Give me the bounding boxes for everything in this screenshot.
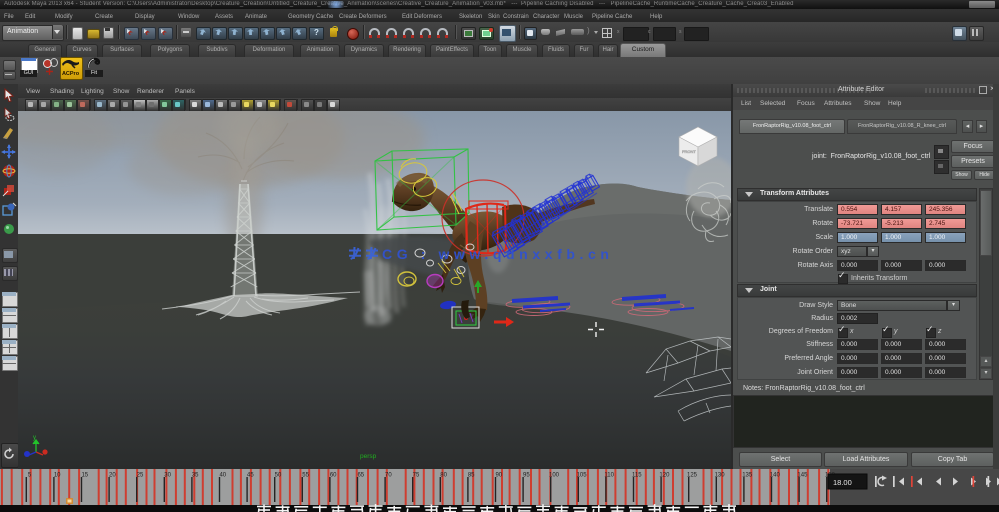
svg-text:145: 145 bbox=[797, 473, 808, 479]
svg-text:CG : www.qdnxxfb.cn: CG : www.qdnxxfb.cn bbox=[382, 246, 614, 262]
svg-text:20: 20 bbox=[109, 473, 116, 479]
svg-text:18.00: 18.00 bbox=[833, 478, 852, 487]
svg-text:130: 130 bbox=[715, 473, 726, 479]
svg-text:45: 45 bbox=[247, 473, 254, 479]
svg-text:105: 105 bbox=[577, 473, 588, 479]
svg-text:40: 40 bbox=[219, 473, 226, 479]
svg-text:115: 115 bbox=[632, 473, 642, 479]
svg-text:15: 15 bbox=[81, 473, 88, 479]
svg-text:65: 65 bbox=[357, 473, 364, 479]
svg-text:95: 95 bbox=[523, 473, 530, 479]
svg-text:FRONT: FRONT bbox=[682, 149, 696, 154]
svg-text:100: 100 bbox=[549, 473, 560, 479]
svg-text:y: y bbox=[33, 435, 36, 441]
svg-text:35: 35 bbox=[192, 473, 199, 479]
svg-text:80: 80 bbox=[440, 473, 447, 479]
svg-text:90: 90 bbox=[495, 473, 502, 479]
svg-text:120: 120 bbox=[659, 473, 670, 479]
svg-text:125: 125 bbox=[687, 473, 698, 479]
svg-text:85: 85 bbox=[468, 473, 475, 479]
svg-text:persp: persp bbox=[360, 453, 377, 460]
svg-text:140: 140 bbox=[770, 473, 781, 479]
svg-text:60: 60 bbox=[330, 473, 337, 479]
svg-text:10: 10 bbox=[54, 473, 61, 479]
svg-text:70: 70 bbox=[385, 473, 392, 479]
svg-text:25: 25 bbox=[137, 473, 144, 479]
svg-text:30: 30 bbox=[164, 473, 171, 479]
svg-text:50: 50 bbox=[275, 473, 282, 479]
svg-text:110: 110 bbox=[604, 473, 614, 479]
svg-text:135: 135 bbox=[742, 473, 753, 479]
svg-text:55: 55 bbox=[302, 473, 309, 479]
svg-text:75: 75 bbox=[413, 473, 420, 479]
